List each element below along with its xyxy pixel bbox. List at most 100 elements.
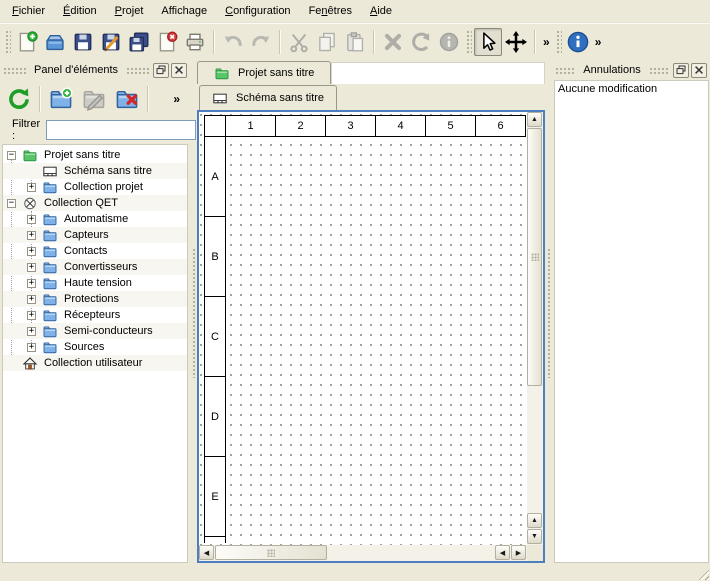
row-header-a: A [204, 137, 226, 217]
collapse-minus-icon[interactable]: − [7, 151, 16, 160]
menu-aide[interactable]: Aide [361, 1, 401, 21]
column-header-2: 2 [276, 115, 326, 137]
page-close-icon [156, 31, 178, 53]
toolbar-overflow-2-button[interactable]: » [592, 34, 605, 50]
expand-plus-icon[interactable]: + [27, 215, 36, 224]
expand-plus-icon[interactable]: + [27, 311, 36, 320]
expand-plus-icon[interactable]: + [27, 295, 36, 304]
toolbar-separator [373, 30, 375, 54]
expand-plus-icon[interactable]: + [27, 343, 36, 352]
tree-item-capteurs[interactable]: +Capteurs [3, 227, 187, 243]
tree-item-automatisme[interactable]: +Automatisme [3, 211, 187, 227]
delete-button[interactable] [379, 28, 407, 56]
float-panel-button[interactable] [153, 63, 169, 78]
edit-category-button[interactable] [79, 84, 109, 114]
close-panel-button[interactable] [171, 63, 187, 78]
redo-button[interactable] [247, 28, 275, 56]
resize-grip-icon[interactable] [696, 567, 709, 580]
new-category-button[interactable] [46, 84, 76, 114]
expand-plus-icon[interactable]: + [27, 183, 36, 192]
save-all-button[interactable] [125, 28, 153, 56]
status-bar [0, 565, 710, 581]
diagram-canvas[interactable]: 123456 ABCDE [199, 112, 527, 545]
scroll-right-button[interactable]: ▶ [511, 545, 526, 560]
undo-button[interactable] [219, 28, 247, 56]
horizontal-scrollbar[interactable]: ◀ ◀ ▶ [199, 545, 527, 561]
open-document-button[interactable] [41, 28, 69, 56]
folder-icon [42, 180, 58, 195]
tree-item-collection-utilisateur[interactable]: Collection utilisateur [3, 355, 187, 371]
menu-edition[interactable]: Édition [54, 1, 106, 21]
menu-fenetres[interactable]: Fenêtres [300, 1, 361, 21]
right-splitter-handle[interactable] [545, 60, 552, 565]
about-button[interactable] [564, 28, 592, 56]
tree-item-convertisseurs[interactable]: +Convertisseurs [3, 259, 187, 275]
float-panel-button[interactable] [673, 63, 689, 78]
selection-mode-button[interactable] [474, 28, 502, 56]
toolbar-handle[interactable] [4, 29, 11, 55]
rotate-button[interactable] [407, 28, 435, 56]
paste-button[interactable] [341, 28, 369, 56]
tree-item-label: Récepteurs [64, 309, 120, 321]
copy-button[interactable] [313, 28, 341, 56]
vertical-scroll-track[interactable] [527, 128, 543, 513]
left-splitter-handle[interactable] [190, 60, 197, 565]
print-button[interactable] [181, 28, 209, 56]
row-header-e: E [204, 457, 226, 537]
scroll-down-button[interactable]: ▼ [527, 529, 542, 544]
schema-icon [212, 91, 228, 106]
tab-schema-sans-titre[interactable]: Schéma sans titre [199, 85, 337, 110]
expand-plus-icon[interactable]: + [27, 263, 36, 272]
toolbar-overflow-1-button[interactable]: » [540, 34, 553, 50]
elements-panel-title: Panel d'éléments [30, 64, 122, 76]
folder-pencil-icon [82, 87, 106, 111]
elements-panel-titlebar[interactable]: Panel d'éléments [0, 60, 190, 80]
tab-projet-sans-titre[interactable]: Projet sans titre [197, 61, 331, 84]
vertical-scroll-thumb[interactable] [527, 128, 542, 386]
undo-panel-titlebar[interactable]: Annulations [552, 60, 710, 80]
tree-item-sources[interactable]: +Sources [3, 339, 187, 355]
expand-plus-icon[interactable]: + [27, 327, 36, 336]
element-infos-button[interactable] [435, 28, 463, 56]
tree-item-projet-sans-titre[interactable]: −Projet sans titre [3, 147, 187, 163]
cut-button[interactable] [285, 28, 313, 56]
scroll-up-button-2[interactable]: ▲ [527, 513, 542, 528]
save-button[interactable] [69, 28, 97, 56]
toolbar-handle[interactable] [465, 29, 472, 55]
delete-category-button[interactable] [112, 84, 142, 114]
scroll-up-button[interactable]: ▲ [527, 112, 542, 127]
vertical-scrollbar[interactable]: ▲ ▲ ▼ [527, 112, 543, 545]
horizontal-scroll-thumb[interactable] [215, 545, 327, 560]
tree-item-haute-tension[interactable]: +Haute tension [3, 275, 187, 291]
project-view: Projet sans titre Schéma sans titre 1234… [197, 60, 545, 565]
filter-input[interactable] [46, 120, 196, 140]
tree-item-collection-qet[interactable]: −Collection QET [3, 195, 187, 211]
tree-item-recepteurs[interactable]: + Récepteurs [3, 307, 187, 323]
tree-item-contacts[interactable]: +Contacts [3, 243, 187, 259]
horizontal-scroll-track[interactable] [215, 545, 495, 561]
scroll-left-button[interactable]: ◀ [199, 545, 214, 560]
toolbar-handle[interactable] [555, 29, 562, 55]
collapse-minus-icon[interactable]: − [7, 199, 16, 208]
save-as-button[interactable] [97, 28, 125, 56]
tree-item-semi-conducteurs[interactable]: +Semi-conducteurs [3, 323, 187, 339]
new-document-button[interactable] [13, 28, 41, 56]
close-panel-button[interactable] [691, 63, 707, 78]
menu-configuration[interactable]: Configuration [216, 1, 299, 21]
undo-list-item[interactable]: Aucune modification [558, 83, 705, 98]
close-document-button[interactable] [153, 28, 181, 56]
folder-icon [42, 276, 58, 291]
tree-item-collection-projet[interactable]: +Collection projet [3, 179, 187, 195]
panel-toolbar-overflow-button[interactable]: » [173, 92, 180, 106]
expand-plus-icon[interactable]: + [27, 231, 36, 240]
menu-affichage[interactable]: Affichage [152, 1, 216, 21]
menu-projet[interactable]: Projet [106, 1, 153, 21]
expand-plus-icon[interactable]: + [27, 247, 36, 256]
tree-item-schema-sans-titre[interactable]: Schéma sans titre [3, 163, 187, 179]
pan-mode-button[interactable] [502, 28, 530, 56]
reload-collections-button[interactable] [4, 84, 34, 114]
scroll-left-button-2[interactable]: ◀ [495, 545, 510, 560]
tree-item-protections[interactable]: +Protections [3, 291, 187, 307]
expand-plus-icon[interactable]: + [27, 279, 36, 288]
menu-fichier[interactable]: Fichier [3, 1, 54, 21]
